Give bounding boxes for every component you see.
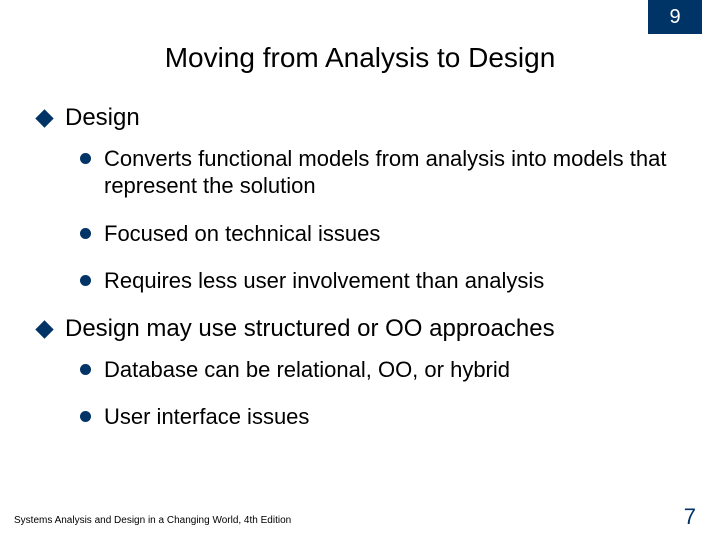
- bullet-text: Design may use structured or OO approach…: [65, 315, 555, 344]
- chapter-number: 9: [669, 6, 680, 29]
- page-number: 7: [684, 504, 696, 530]
- chapter-number-box: 9: [648, 0, 702, 34]
- bullet-text: Design: [65, 104, 140, 133]
- dot-icon: [80, 364, 91, 375]
- bullet-level1: Design may use structured or OO approach…: [38, 315, 690, 344]
- dot-icon: [80, 153, 91, 164]
- bullet-text: Requires less user involvement than anal…: [104, 267, 544, 295]
- footer-text: Systems Analysis and Design in a Changin…: [14, 515, 291, 526]
- dot-icon: [80, 275, 91, 286]
- dot-icon: [80, 411, 91, 422]
- bullet-text: Converts functional models from analysis…: [104, 145, 680, 200]
- slide-title: Moving from Analysis to Design: [0, 42, 720, 74]
- slide-content: Design Converts functional models from a…: [38, 104, 690, 451]
- bullet-level2: Focused on technical issues: [80, 220, 690, 248]
- diamond-icon: [35, 109, 53, 127]
- bullet-level2: Database can be relational, OO, or hybri…: [80, 356, 690, 384]
- diamond-icon: [35, 320, 53, 338]
- bullet-level1: Design: [38, 104, 690, 133]
- bullet-level2: User interface issues: [80, 403, 690, 431]
- bullet-text: User interface issues: [104, 403, 309, 431]
- bullet-level2: Converts functional models from analysis…: [80, 145, 690, 200]
- bullet-level2: Requires less user involvement than anal…: [80, 267, 690, 295]
- bullet-text: Focused on technical issues: [104, 220, 380, 248]
- dot-icon: [80, 228, 91, 239]
- bullet-text: Database can be relational, OO, or hybri…: [104, 356, 510, 384]
